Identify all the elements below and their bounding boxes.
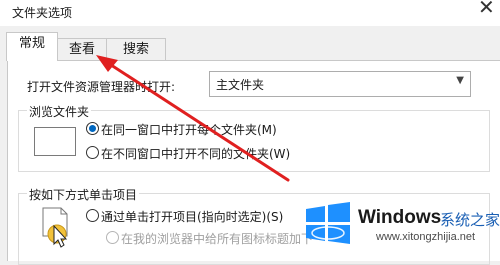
windows-logo-icon bbox=[306, 202, 350, 244]
watermark-brand: Windows bbox=[358, 207, 442, 228]
watermark: Windows 系统之家 www.xitongzhijia.net bbox=[302, 197, 500, 249]
watermark-site-name: 系统之家 bbox=[440, 212, 500, 229]
watermark-url: www.xitongzhijia.net bbox=[376, 231, 476, 243]
tab-general[interactable]: 常规 bbox=[6, 32, 58, 61]
